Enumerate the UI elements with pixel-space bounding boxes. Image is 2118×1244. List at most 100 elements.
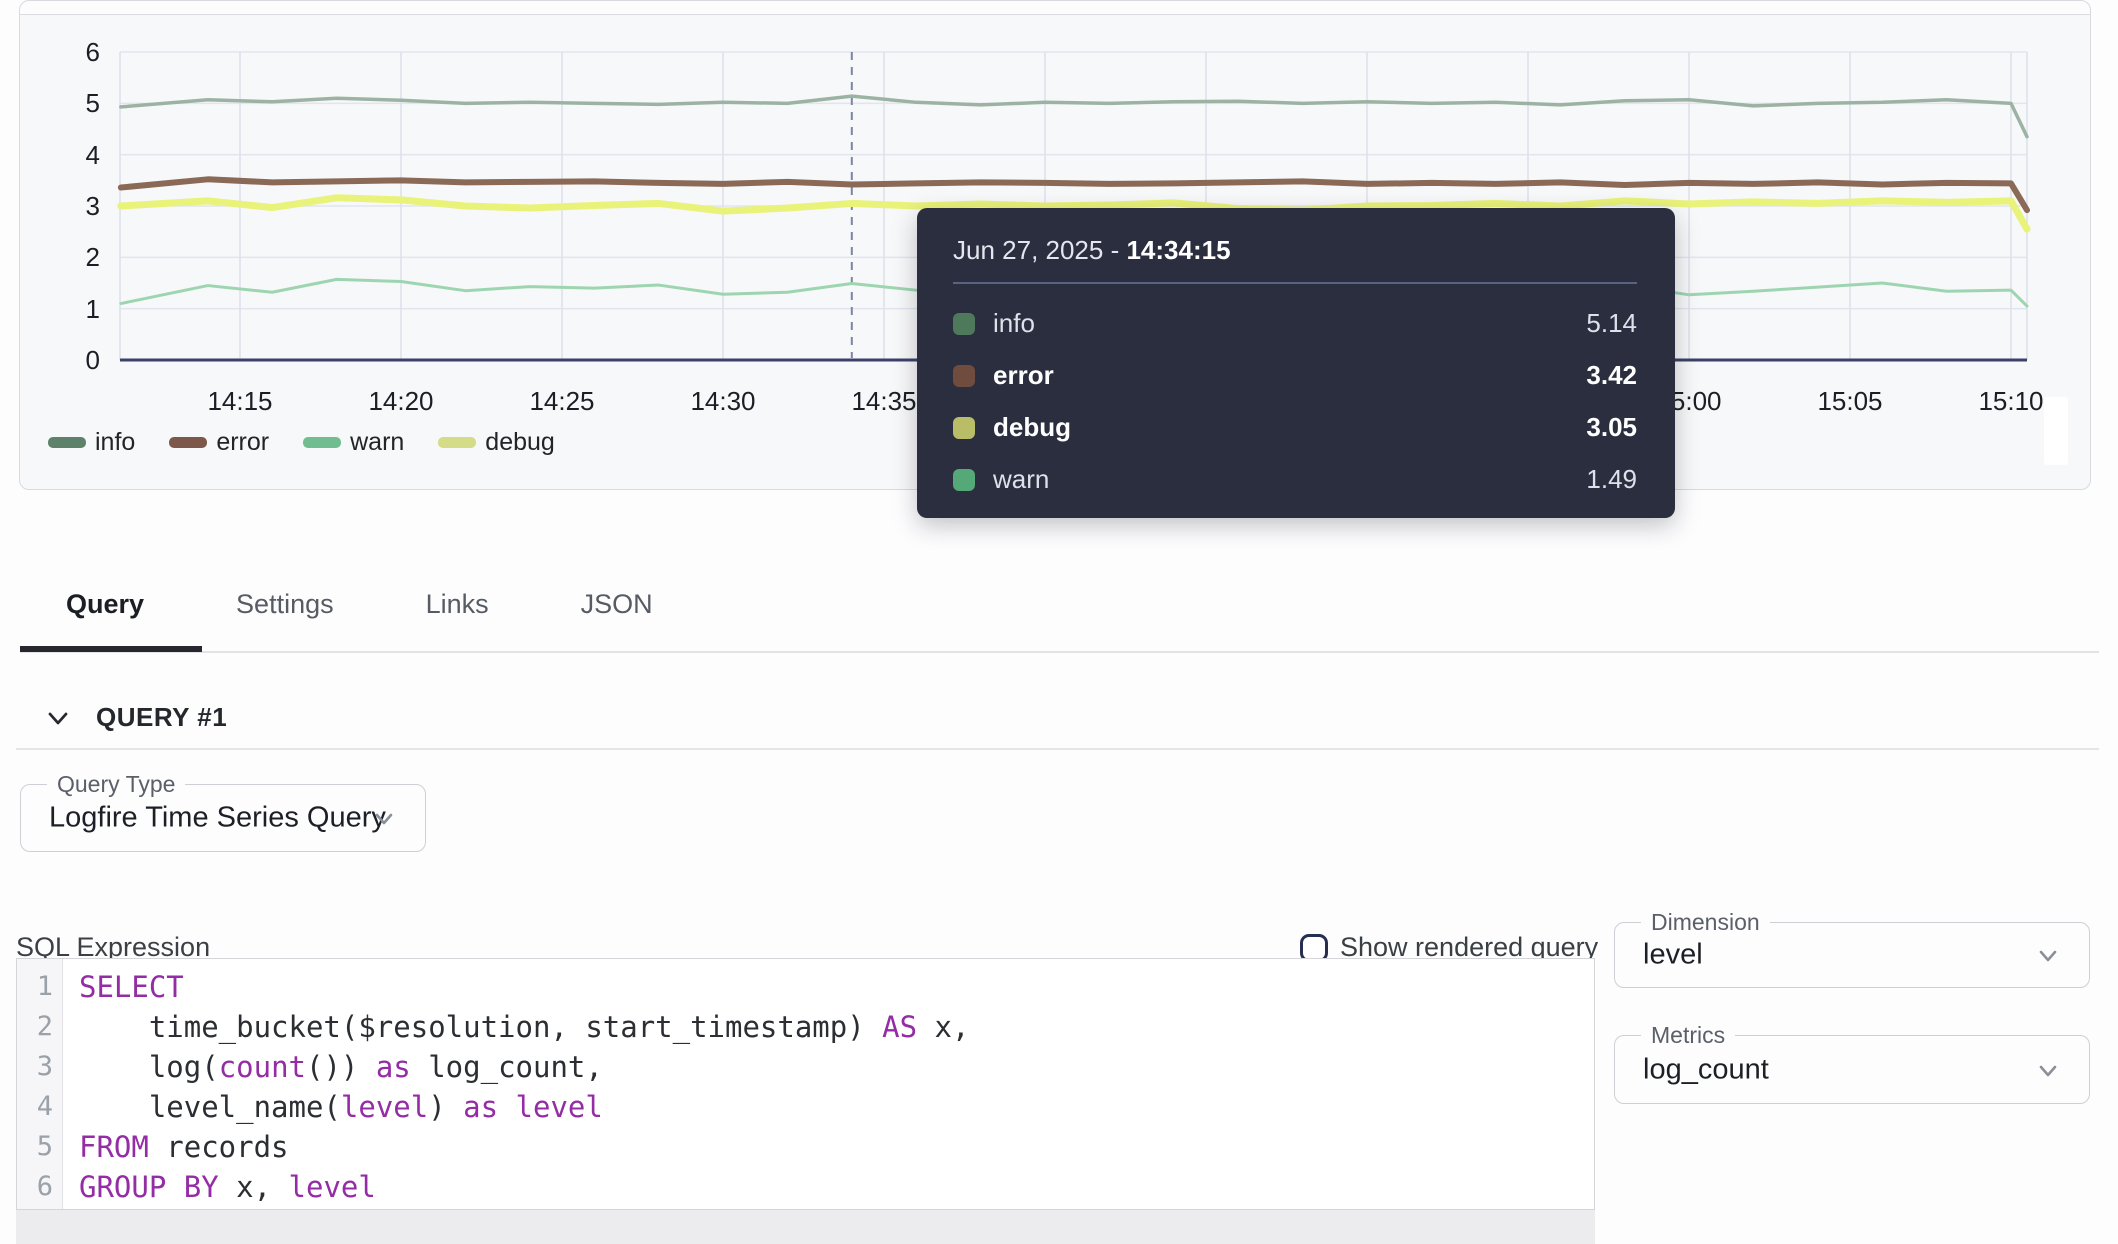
tab-json[interactable]: JSON: [557, 575, 677, 633]
x-tick-label: 15:05: [1795, 386, 1905, 416]
y-tick-label: 5: [38, 88, 100, 118]
tooltip-series-label: debug: [993, 412, 1071, 443]
tooltip-series-value: 1.49: [1586, 464, 1637, 495]
sql-text: x,: [219, 1170, 289, 1204]
legend-label: warn: [350, 428, 404, 457]
dimension-value: level: [1643, 939, 1703, 972]
chart-legend: info error warn debug: [48, 428, 555, 457]
legend-item-warn[interactable]: warn: [303, 428, 404, 457]
sql-text: records: [149, 1130, 289, 1164]
tooltip-swatch-icon: [953, 313, 975, 335]
tooltip-series-label: error: [993, 360, 1054, 391]
x-tick-label: 14:25: [507, 386, 617, 416]
sql-text: log_count,: [411, 1050, 603, 1084]
tabs-divider: [20, 651, 2099, 653]
chevron-down-icon: [44, 704, 72, 732]
tab-links[interactable]: Links: [402, 575, 513, 633]
detail-tabs: Query Settings Links JSON: [42, 575, 677, 633]
sql-keyword: level: [289, 1170, 376, 1204]
sql-text: time_bucket($resolution, start_timestamp…: [79, 1010, 882, 1044]
sql-text: ()): [306, 1050, 376, 1084]
sql-editor-content[interactable]: SELECT time_bucket($resolution, start_ti…: [63, 959, 1594, 1209]
sql-keyword: level: [341, 1090, 428, 1124]
legend-swatch-icon: [48, 437, 86, 448]
tooltip-date: Jun 27, 2025 -: [953, 235, 1126, 265]
code-line: SELECT: [79, 967, 1594, 1007]
y-tick-label: 4: [38, 140, 100, 170]
series-line-info: [121, 96, 2027, 137]
tooltip-row-error: error 3.42: [953, 350, 1637, 402]
sql-keyword: SELECT: [79, 970, 184, 1004]
line-number: 3: [17, 1047, 62, 1087]
y-tick-label: 0: [38, 345, 100, 375]
y-tick-label: 1: [38, 294, 100, 324]
legend-label: info: [95, 428, 135, 457]
tooltip-row-info: info 5.14: [953, 298, 1637, 350]
sql-keyword: AS: [882, 1010, 917, 1044]
legend-item-debug[interactable]: debug: [438, 428, 555, 457]
tooltip-series-value: 3.42: [1586, 360, 1637, 391]
legend-swatch-icon: [438, 437, 476, 448]
tooltip-row-warn: warn 1.49: [953, 454, 1637, 506]
chevron-down-icon: [2033, 1055, 2063, 1085]
query-1-collapse-header[interactable]: QUERY #1: [44, 702, 227, 733]
legend-swatch-icon: [303, 437, 341, 448]
tab-settings[interactable]: Settings: [212, 575, 358, 633]
dimension-label: Dimension: [1641, 909, 1770, 935]
tooltip-series-label: warn: [993, 464, 1049, 495]
y-tick-label: 6: [38, 37, 100, 67]
line-number: 5: [17, 1127, 62, 1167]
section-divider: [16, 748, 2099, 750]
metrics-select[interactable]: Metrics log_count: [1614, 1035, 2090, 1104]
tooltip-series-value: 5.14: [1586, 308, 1637, 339]
x-tick-label: 14:15: [185, 386, 295, 416]
sql-text: [498, 1090, 515, 1124]
tooltip-swatch-icon: [953, 417, 975, 439]
sql-keyword: as: [376, 1050, 411, 1084]
active-tab-underline: [20, 646, 202, 652]
sql-editor-gutter: 123456: [17, 959, 63, 1209]
tab-query[interactable]: Query: [42, 575, 168, 633]
chevron-down-icon: [2033, 940, 2063, 970]
tooltip-timestamp: Jun 27, 2025 - 14:34:15: [953, 234, 1637, 266]
query-type-value: Logfire Time Series Query: [49, 802, 386, 835]
line-number: 4: [17, 1087, 62, 1127]
sql-text: x,: [917, 1010, 969, 1044]
y-tick-label: 3: [38, 191, 100, 221]
code-line: log(count()) as log_count,: [79, 1047, 1594, 1087]
y-tick-label: 2: [38, 242, 100, 272]
legend-item-info[interactable]: info: [48, 428, 135, 457]
tooltip-time: 14:34:15: [1126, 235, 1230, 265]
code-line: time_bucket($resolution, start_timestamp…: [79, 1007, 1594, 1047]
sql-keyword: level: [516, 1090, 603, 1124]
sql-editor[interactable]: 123456 SELECT time_bucket($resolution, s…: [16, 958, 1595, 1210]
code-line: GROUP BY x, level: [79, 1167, 1594, 1207]
tooltip-series-label: info: [993, 308, 1035, 339]
code-line: FROM records: [79, 1127, 1594, 1167]
sql-keyword: count: [219, 1050, 306, 1084]
metrics-label: Metrics: [1641, 1022, 1735, 1048]
tooltip-series-list: info 5.14 error 3.42 debug 3.05 warn 1.49: [953, 298, 1637, 506]
x-tick-label: 14:30: [668, 386, 778, 416]
chevron-down-icon: [369, 803, 399, 833]
query-type-label: Query Type: [47, 771, 185, 797]
legend-label: debug: [485, 428, 555, 457]
sql-text: log(: [79, 1050, 219, 1084]
tooltip-divider: [953, 282, 1637, 284]
x-tick-label: 14:20: [346, 386, 456, 416]
chart-tooltip: Jun 27, 2025 - 14:34:15 info 5.14 error 3.4…: [917, 208, 1675, 518]
legend-item-error[interactable]: error: [169, 428, 269, 457]
legend-swatch-icon: [169, 437, 207, 448]
code-line: level_name(level) as level: [79, 1087, 1594, 1127]
line-number: 1: [17, 967, 62, 1007]
tooltip-series-value: 3.05: [1586, 412, 1637, 443]
sql-keyword: GROUP BY: [79, 1170, 219, 1204]
sql-editor-scrollbar[interactable]: [16, 1210, 1595, 1244]
dimension-select[interactable]: Dimension level: [1614, 922, 2090, 988]
chart-scrollbar-thumb[interactable]: [2044, 397, 2068, 465]
tooltip-row-debug: debug 3.05: [953, 402, 1637, 454]
query-type-select[interactable]: Query Type Logfire Time Series Query: [20, 784, 426, 852]
sql-text: ): [428, 1090, 463, 1124]
line-number: 2: [17, 1007, 62, 1047]
line-number: 6: [17, 1167, 62, 1207]
